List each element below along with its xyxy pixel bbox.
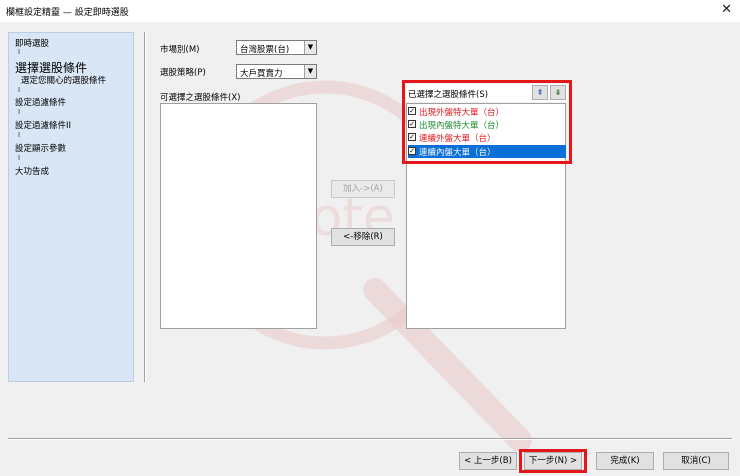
title-bar: 欄框設定精靈 — 設定即時選股 ✕ [0,0,740,22]
highlight-frame [402,80,572,164]
chevron-down-icon[interactable]: ▼ [304,65,316,78]
vertical-divider [144,32,146,382]
back-button[interactable]: < 上一步(B) [459,452,517,470]
step-connector: I [18,154,21,162]
remove-button[interactable]: <-移除(R) [331,228,395,246]
market-label: 市場別(M) [160,45,200,55]
strategy-select-value: 大戶買賣力 [240,69,283,79]
step-connector: I [18,48,21,56]
chevron-down-icon[interactable]: ▼ [304,41,316,54]
close-icon[interactable]: ✕ [721,2,732,17]
step-complete: 大功告成 [15,167,50,177]
cancel-button[interactable]: 取消(C) [663,452,729,470]
step-connector: I [18,131,21,139]
add-button[interactable]: 加入->(A) [331,180,395,198]
step-display-params: 設定顯示參數 [15,144,67,154]
highlight-frame [519,449,587,473]
step-connector: I [18,86,21,94]
step-select-conditions-desc: 選定您關心的選股條件 [21,76,107,86]
step-filter-conditions: 設定過濾條件 [15,98,67,108]
step-instant-screening: 即時選股 [15,39,50,49]
step-filter-conditions-2: 設定過濾條件II [15,121,72,131]
market-select-value: 台灣股票(台) [240,45,290,55]
available-conditions-list[interactable] [160,103,317,329]
finish-button[interactable]: 完成(K) [596,452,654,470]
market-select[interactable]: 台灣股票(台) ▼ [236,40,317,55]
available-conditions-label: 可選擇之選股條件(X) [160,93,241,103]
strategy-label: 選股策略(P) [160,68,206,78]
strategy-select[interactable]: 大戶買賣力 ▼ [236,64,317,79]
footer-divider [8,438,732,440]
step-connector: I [18,108,21,116]
window-title: 欄框設定精靈 — 設定即時選股 [6,8,129,18]
wizard-steps-panel: 即時選股 I 選擇選股條件 選定您關心的選股條件 I 設定過濾條件 I 設定過濾… [8,32,134,382]
